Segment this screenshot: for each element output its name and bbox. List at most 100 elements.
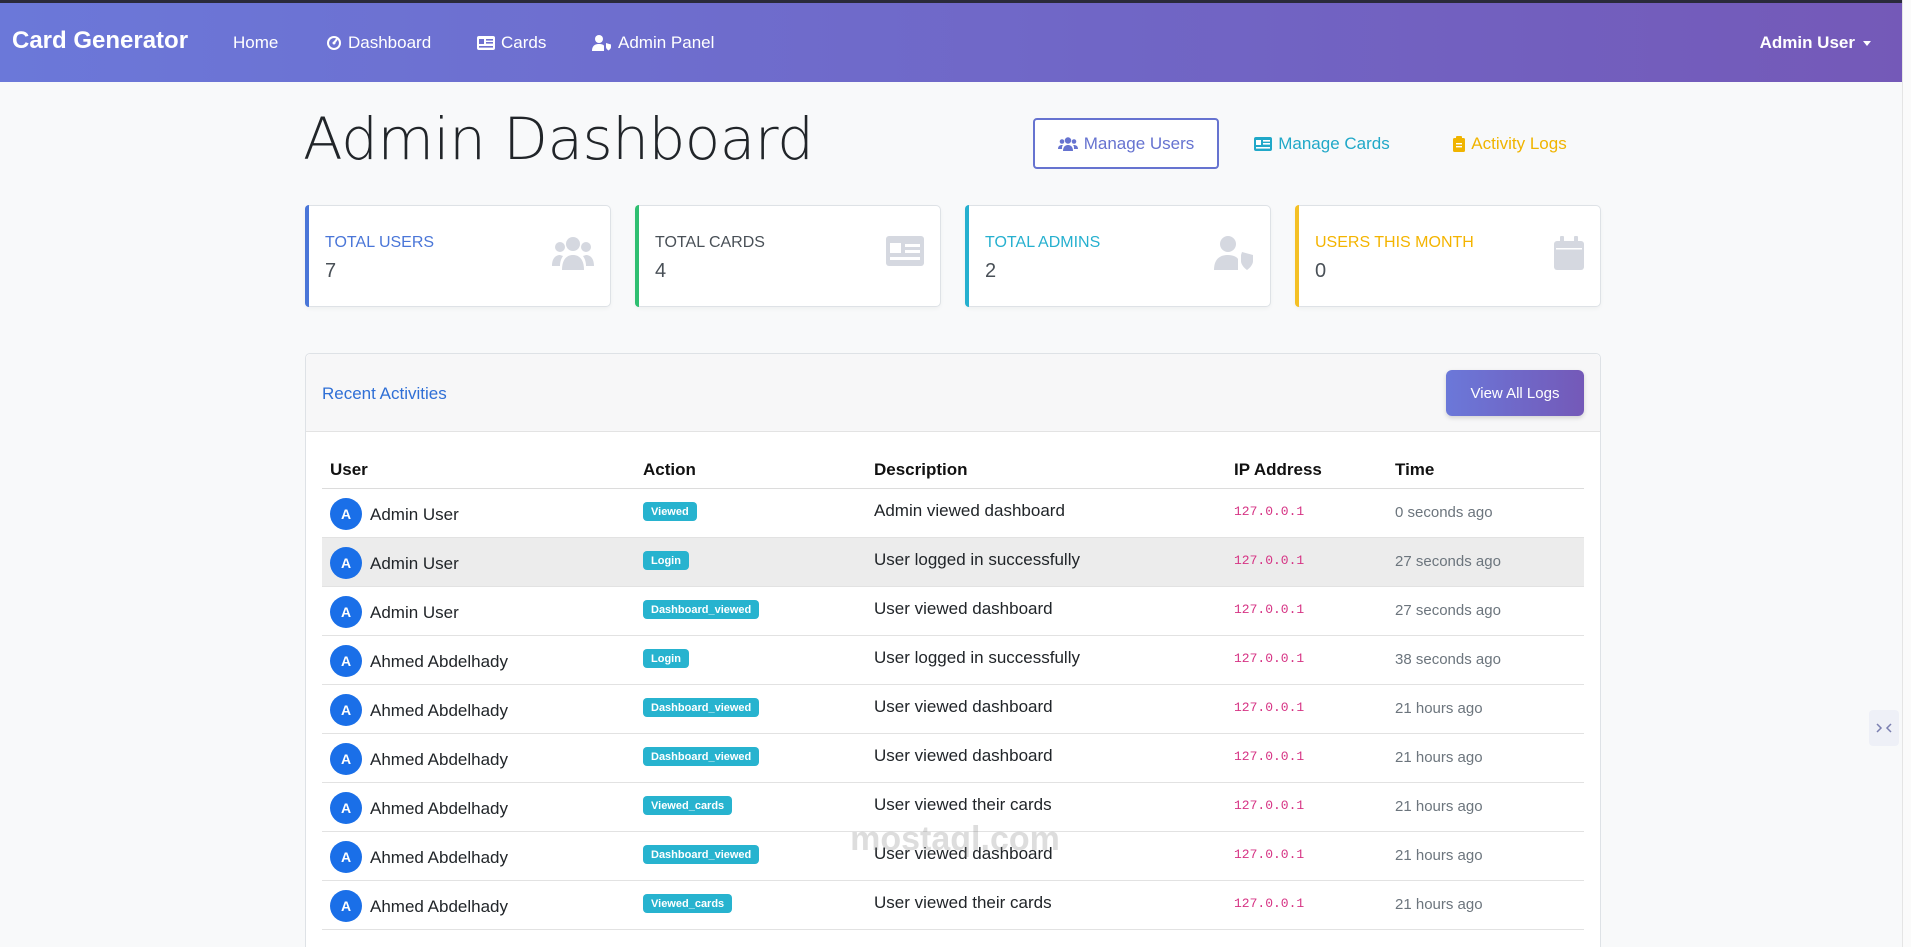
- activity-description: User logged in successfully: [874, 550, 1080, 569]
- table-row[interactable]: A Admin User Dashboard_viewed User viewed d…: [322, 587, 1584, 636]
- user-menu-dropdown[interactable]: Admin User: [1760, 33, 1871, 53]
- nav-cards[interactable]: Cards: [477, 33, 546, 53]
- watermark-logo: mostaql.com: [850, 820, 1060, 858]
- stat-card-total-cards: Total Cards 4: [635, 205, 941, 307]
- column-header-time: Time: [1395, 460, 1435, 479]
- panel-header: Recent Activities View All Logs: [306, 354, 1600, 432]
- table-row[interactable]: A Ahmed Abdelhady Dashboard_viewed User vie…: [322, 685, 1584, 734]
- caret-down-icon: [1863, 40, 1871, 46]
- stat-value: 2: [985, 260, 997, 282]
- activity-time: 21 hours ago: [1395, 798, 1483, 815]
- nav-dashboard[interactable]: Dashboard: [326, 33, 431, 53]
- avatar: A: [330, 596, 362, 628]
- ip-address: 127.0.0.1: [1234, 749, 1305, 764]
- page-title: Admin Dashboard: [303, 105, 814, 173]
- stat-value: 7: [325, 260, 337, 282]
- action-badge: Login: [643, 551, 689, 570]
- ip-address: 127.0.0.1: [1234, 553, 1305, 568]
- table-row[interactable]: A Ahmed Abdelhady Viewed_cards User viewed …: [322, 881, 1584, 930]
- avatar: A: [330, 645, 362, 677]
- manage-users-button[interactable]: Manage Users: [1033, 118, 1219, 169]
- manage-cards-label: Manage Cards: [1278, 133, 1390, 153]
- avatar: A: [330, 841, 362, 873]
- activity-description: User viewed their cards: [874, 893, 1052, 912]
- column-header-description: Description: [874, 460, 968, 479]
- user-name: Ahmed Abdelhady: [370, 750, 508, 769]
- activity-time: 0 seconds ago: [1395, 504, 1493, 521]
- user-name: Admin User: [370, 505, 459, 524]
- id-card-icon: [886, 236, 924, 271]
- stat-label: Total Cards: [655, 234, 765, 251]
- user-name: Ahmed Abdelhady: [370, 701, 508, 720]
- user-name: Ahmed Abdelhady: [370, 897, 508, 916]
- manage-cards-button[interactable]: Manage Cards: [1240, 118, 1404, 169]
- activity-time: 21 hours ago: [1395, 896, 1483, 913]
- nav-home-label: Home: [233, 33, 279, 52]
- user-name: Ahmed Abdelhady: [370, 799, 508, 818]
- stat-label: Total Admins: [985, 234, 1101, 251]
- avatar: A: [330, 694, 362, 726]
- dashboard-icon: [327, 36, 341, 50]
- users-icon: [552, 236, 594, 275]
- stat-label: Total Users: [325, 234, 435, 251]
- activity-description: User viewed dashboard: [874, 746, 1053, 765]
- panel-title: Recent Activities: [322, 384, 447, 403]
- ip-address: 127.0.0.1: [1234, 651, 1305, 666]
- table-row[interactable]: A Admin User Viewed Admin viewed dashboard 1…: [322, 489, 1584, 538]
- user-name: Ahmed Abdelhady: [370, 652, 508, 671]
- action-badge: Dashboard_viewed: [643, 698, 760, 717]
- manage-users-label: Manage Users: [1083, 133, 1195, 153]
- table-row[interactable]: A Ahmed Abdelhady Login User logged in succ…: [322, 636, 1584, 685]
- action-badge: Login: [643, 649, 689, 668]
- users-icon: [1057, 136, 1078, 151]
- scrollbar[interactable]: [1902, 0, 1911, 947]
- avatar: A: [330, 498, 362, 530]
- action-badge: Dashboard_viewed: [643, 845, 760, 864]
- activity-time: 27 seconds ago: [1395, 553, 1501, 570]
- stat-value: 0: [1315, 260, 1327, 282]
- action-badge: Dashboard_viewed: [643, 600, 760, 619]
- stat-card-users-this-month: Users This Month 0: [1295, 205, 1601, 307]
- table-row[interactable]: A Ahmed Abdelhady Dashboard_viewed User vie…: [322, 734, 1584, 783]
- user-name: Admin User: [370, 554, 459, 573]
- table-row[interactable]: A Admin User Login User logged in successfu…: [322, 538, 1584, 587]
- activity-logs-button[interactable]: Activity Logs: [1430, 118, 1590, 169]
- stat-card-total-admins: Total Admins 2: [965, 205, 1271, 307]
- view-all-logs-button[interactable]: View All Logs: [1446, 370, 1584, 416]
- ip-address: 127.0.0.1: [1234, 700, 1305, 715]
- user-name: Ahmed Abdelhady: [370, 848, 508, 867]
- user-name: Admin User: [370, 603, 459, 622]
- user-menu-label: Admin User: [1759, 33, 1855, 52]
- column-header-ip-address: IP Address: [1234, 460, 1322, 479]
- calendar-icon: [1554, 236, 1584, 275]
- brand-logo[interactable]: Card Generator: [12, 27, 188, 55]
- id-card-icon: [477, 36, 495, 50]
- activity-time: 27 seconds ago: [1395, 602, 1501, 619]
- nav-home[interactable]: Home: [233, 33, 278, 53]
- nav-admin-panel-label: Admin Panel: [618, 33, 715, 52]
- column-header-action: Action: [643, 460, 696, 479]
- activity-time: 38 seconds ago: [1395, 651, 1501, 668]
- nav-admin-panel[interactable]: Admin Panel: [592, 33, 714, 53]
- stat-accent-bar: [635, 205, 639, 307]
- avatar: A: [330, 890, 362, 922]
- action-badge: Viewed_cards: [643, 894, 733, 913]
- side-toggle-widget[interactable]: [1869, 710, 1899, 746]
- activity-description: User logged in successfully: [874, 648, 1080, 667]
- activity-description: Admin viewed dashboard: [874, 501, 1065, 520]
- user-shield-icon: [1214, 236, 1254, 275]
- stat-accent-bar: [305, 205, 309, 307]
- nav-dashboard-label: Dashboard: [348, 33, 432, 52]
- activity-description: User viewed their cards: [874, 795, 1052, 814]
- ip-address: 127.0.0.1: [1234, 798, 1305, 813]
- id-card-icon: [1254, 136, 1273, 151]
- ip-address: 127.0.0.1: [1234, 847, 1305, 862]
- activity-time: 21 hours ago: [1395, 749, 1483, 766]
- ip-address: 127.0.0.1: [1234, 602, 1305, 617]
- activity-description: User viewed dashboard: [874, 697, 1053, 716]
- action-badge: Viewed: [643, 502, 697, 521]
- activity-time: 21 hours ago: [1395, 847, 1483, 864]
- avatar: A: [330, 743, 362, 775]
- user-shield-icon: [592, 35, 611, 51]
- nav-cards-label: Cards: [501, 33, 547, 52]
